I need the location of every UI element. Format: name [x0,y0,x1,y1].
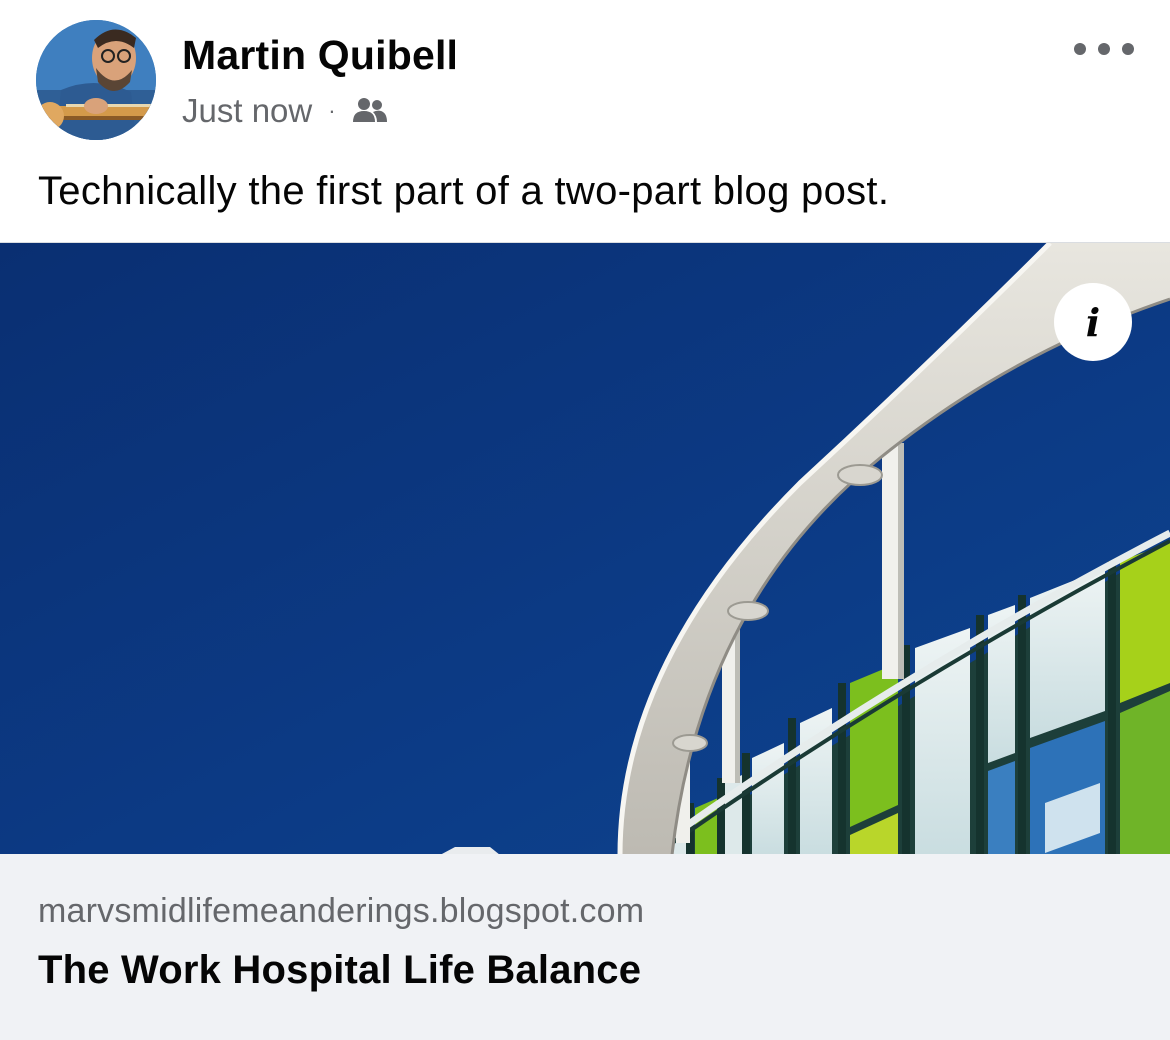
author-name[interactable]: Martin Quibell [182,30,458,80]
meta-separator: · [328,98,336,123]
info-icon[interactable]: i [1054,283,1132,361]
post-text: Technically the first part of a two-part… [38,169,890,213]
link-preview-footer[interactable]: marvsmidlifemeanderings.blogspot.com The… [0,854,1170,1040]
author-avatar[interactable] [36,20,156,140]
more-dot [1098,43,1110,55]
link-title[interactable]: The Work Hospital Life Balance [38,948,641,993]
hospital-building-photo [0,243,1170,855]
friends-icon[interactable] [352,96,388,126]
more-dot [1122,43,1134,55]
more-dot [1074,43,1086,55]
post-timestamp[interactable]: Just now [182,92,312,130]
link-preview-image[interactable]: i [0,242,1170,855]
post-meta: Just now · [182,90,388,132]
more-options-icon[interactable] [1074,32,1134,66]
facebook-post: Martin Quibell Just now · Technically th… [0,0,1170,1040]
link-preview-card[interactable]: i marvsmidlifemeanderings.blogspot.com T… [0,242,1170,1040]
link-domain: marvsmidlifemeanderings.blogspot.com [38,892,645,930]
avatar-illustration [36,20,156,140]
